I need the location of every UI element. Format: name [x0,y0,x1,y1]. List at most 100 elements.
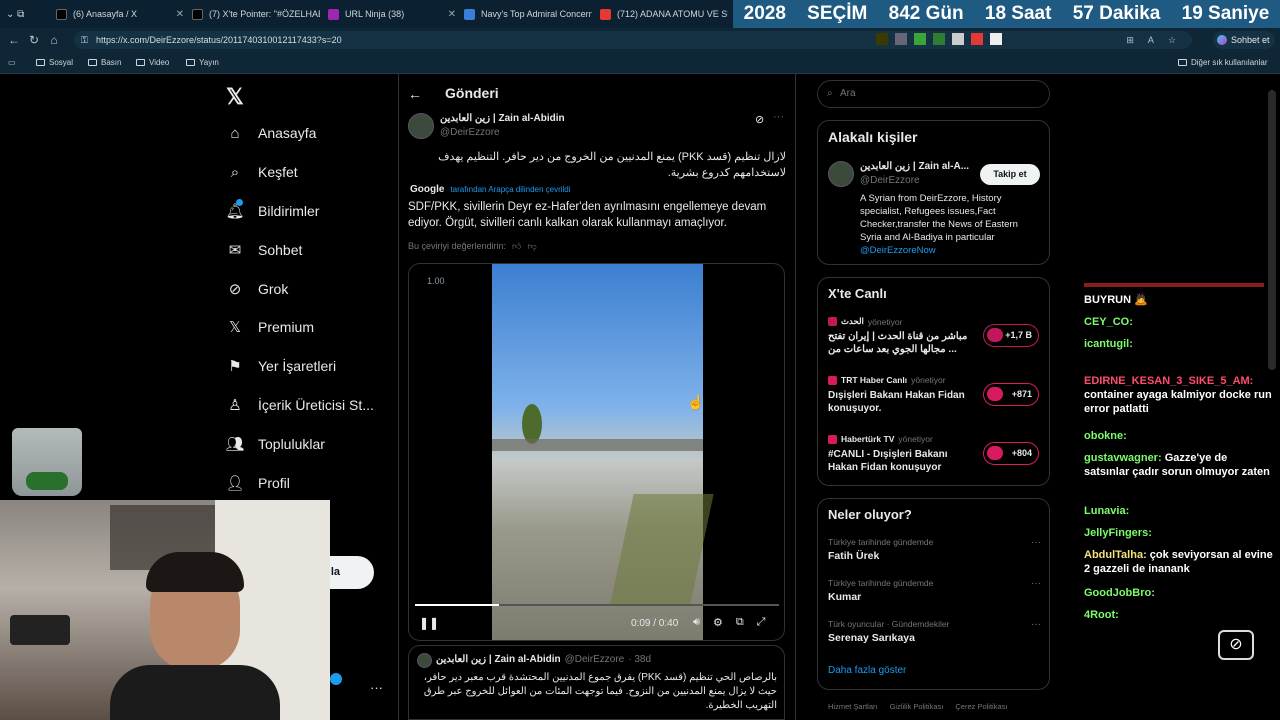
cursor-hand-icon: ☝ [687,394,705,410]
live-listener-count[interactable]: +1,7 B [983,324,1039,347]
bookmark-folder[interactable]: Video [136,58,169,67]
tab-actions[interactable]: ⌄ ⧉ [6,4,46,24]
picture-in-picture-icon[interactable]: ⧉ [736,616,744,629]
tab-4[interactable]: Navy's Top Admiral Concerns✕ [464,4,592,24]
home-icon[interactable]: ⌂ [44,33,64,47]
extension-icon[interactable] [933,33,945,45]
related-bio-link[interactable]: @DeirEzzoreNow [860,244,1040,257]
countdown-word: SEÇİM [807,3,868,24]
nav-notifications[interactable]: 🔔︎ Bildirimler [225,199,319,220]
follow-button[interactable]: Takip et [980,164,1040,185]
grok-icon[interactable]: ⊘ [755,113,764,126]
author-name[interactable]: زين العابدين | Zain al-Abidin [440,113,565,124]
x-tab-icon [56,8,67,20]
quoted-post[interactable]: زين العابدين | Zain al-Abidin @DeirEzzor… [408,645,785,720]
trend-item[interactable]: Türkiye tarihinde gündemde Fatih Ürek ··… [828,537,1043,573]
channel-logo-icon [987,328,1003,342]
bookmark-folder[interactable]: Sosyal [36,58,73,67]
extension-icon[interactable] [895,33,907,45]
bookmarks-bar: ▭ Sosyal Basın Video Yayın Diğer sık kul… [0,52,1280,74]
grok-icon: ⊘ [228,281,242,298]
avatar[interactable] [408,113,434,139]
extensions [876,33,1002,45]
home-icon: ⌂ [230,124,240,142]
url-field[interactable]: ⚿ https://x.com/DeirEzzore/status/201174… [74,31,1192,49]
live-listener-count[interactable]: +804 [983,442,1039,465]
nav-premium[interactable]: 𝕏 Premium [226,318,314,336]
more-icon[interactable]: ··· [773,111,784,123]
more-icon[interactable]: ··· [1031,537,1041,548]
chat-username: AbdulTalha: [1084,549,1147,561]
chat-message: 4Root: [1084,608,1274,622]
live-item[interactable]: الحدث yönetiyor مباشر من قناة الحدث | إي… [828,316,1043,368]
countdown-minutes: 57 Dakika [1072,3,1161,24]
notification-dot [236,199,243,206]
live-item[interactable]: TRT Haber Canlı yönetiyor Dışişleri Baka… [828,375,1043,427]
copilot-chat-button[interactable]: Sohbet et [1213,31,1275,49]
trend-item[interactable]: Türk oyuncular · Gündemdekiler Serenay S… [828,619,1043,655]
live-text: مباشر من قناة الحدث | إيران تفتح مجالها … [828,331,968,355]
back-arrow-icon[interactable]: ← [408,86,422,102]
video-player[interactable]: 1.00 ☝ ❚❚ 0:09 / 0:40 🔊︎ ⚙ ⧉ ⤢ [408,263,785,641]
grok-icon[interactable]: ⊘ [1218,630,1254,660]
close-icon[interactable]: ✕ [448,9,456,20]
chat-message: GoodJobBro: [1084,586,1274,600]
nav-communities[interactable]: 👥︎ Topluluklar [225,435,324,453]
address-actions[interactable]: ⊞ A ☆ [1126,31,1182,49]
author-handle[interactable]: @DeirEzzore [440,127,500,138]
scrollbar[interactable] [1268,90,1276,370]
nav-profile[interactable]: 👤︎ Profil [225,474,289,492]
trend-item[interactable]: Türkiye tarihinde gündemde Kumar ··· [828,578,1043,614]
reload-icon[interactable]: ↻ [24,33,44,47]
nav-bookmarks[interactable]: ⚑ Yer İşaretleri [226,357,336,375]
related-title: Alakalı kişiler [828,129,918,145]
channel-logo-icon [987,446,1003,460]
extension-icon[interactable] [971,33,983,45]
address-bar-row: ← ↻ ⌂ ⚿ https://x.com/DeirEzzore/status/… [0,28,1280,52]
chat-username: GoodJobBro: [1084,587,1155,599]
bookmark-folder[interactable]: Basın [88,58,121,67]
tab-3[interactable]: URL Ninja (38) ✕ [328,4,456,24]
tab-5[interactable]: (712) ADANA ATOMU VE SU✕ [600,4,728,24]
bookmarks-menu-icon[interactable]: ▭ [8,58,16,67]
settings-icon[interactable]: ⚙ [713,616,723,629]
more-icon[interactable]: ··· [370,680,383,695]
tab-2[interactable]: (7) X'te Pointer: "#ÖZELHABER✕ [192,4,320,24]
tab-1[interactable]: (6) Anasayfa / X ✕ [56,4,184,24]
nav-grok[interactable]: ⊘ Grok [226,280,289,298]
more-icon[interactable]: ··· [1031,578,1041,589]
x-logo-icon[interactable]: 𝕏 [226,84,244,110]
search-input[interactable]: ⌕ Ara [817,80,1050,108]
extension-icon[interactable] [990,33,1002,45]
volume-icon[interactable]: 🔊︎ [693,616,700,629]
avatar[interactable] [828,161,854,187]
live-item[interactable]: Habertürk TV yönetiyor #CANLI - Dışişler… [828,434,1043,486]
extension-icon[interactable] [876,33,888,45]
bookmark-folder[interactable]: Yayın [186,58,219,67]
extension-icon[interactable] [914,33,926,45]
chat-username: gustavwagner: [1084,452,1162,464]
thumbs-up-icon[interactable]: 👍︎ [512,241,521,252]
video-progress[interactable] [415,604,779,606]
show-more-link[interactable]: Daha fazla göster [828,665,906,676]
webcam-overlay [0,500,330,720]
nav-home[interactable]: ⌂ Anasayfa [226,124,316,142]
channel-logo-icon [828,317,837,326]
thumbs-down-icon[interactable]: 👎︎ [527,241,536,252]
nav-creator-studio[interactable]: ♙ İçerik Üreticisi St... [226,396,374,414]
close-icon[interactable]: ✕ [176,9,184,20]
communities-icon: 👥︎ [225,436,245,453]
back-icon[interactable]: ← [4,33,24,47]
channel-logo-icon [828,375,837,385]
nav-explore[interactable]: ⌕ Keşfet [226,163,298,181]
bookmark-folder-other[interactable]: Diğer sık kullanılanlar [1178,58,1267,67]
related-handle[interactable]: @DeirEzzore [860,175,920,186]
live-listener-count[interactable]: +871 [983,383,1039,406]
playback-speed[interactable]: 1.00 [427,276,445,286]
nav-messages[interactable]: ✉ Sohbet [226,241,303,259]
more-icon[interactable]: ··· [1031,619,1041,630]
related-name[interactable]: زين العابدين | Zain al-A... [860,161,969,172]
pause-icon[interactable]: ❚❚ [419,616,439,630]
extension-icon[interactable] [952,33,964,45]
fullscreen-icon[interactable]: ⤢ [757,616,766,629]
